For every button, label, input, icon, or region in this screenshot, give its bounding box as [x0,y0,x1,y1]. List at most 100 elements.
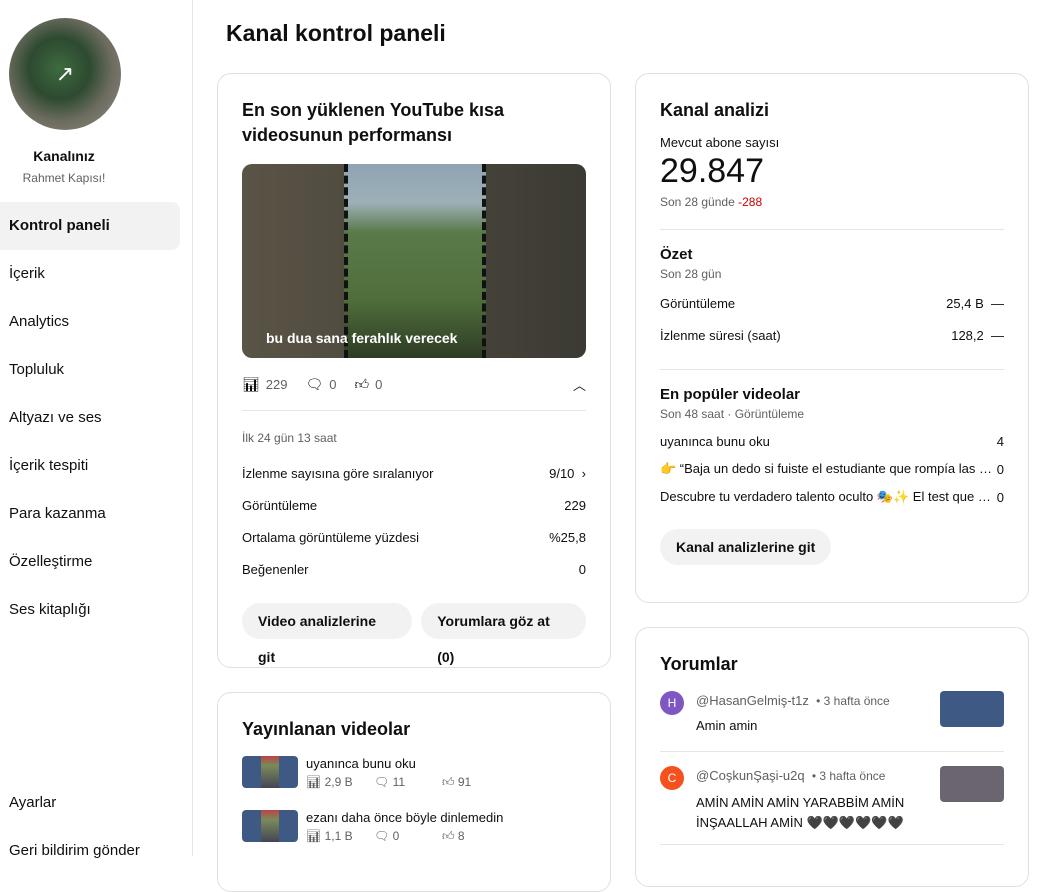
stat-row: Ortalama görüntüleme yüzdesi %25,8 [242,521,586,553]
sidebar-item-analytics[interactable]: Analytics [0,298,180,346]
sidebar-item-community[interactable]: Topluluk [0,346,180,394]
thumbs-up-icon: 👍︎ [442,775,458,789]
commenter-avatar: C [660,766,684,790]
video-title: Descubre tu verdadero talento oculto 🎭✨ … [660,489,991,504]
sidebar-item-settings[interactable]: Ayarlar [9,794,56,811]
comment-time: • 3 hafta önce [811,769,886,783]
video-title: 👉 “Baja un dedo si fuiste el estudiante … [660,461,992,476]
channel-label: Kanalınız [33,148,95,164]
subscribers-label: Mevcut abone sayısı [660,135,780,150]
sidebar-item-dashboard[interactable]: Kontrol paneli [0,202,180,250]
sidebar-item-subtitles[interactable]: Altyazı ve ses [0,394,180,442]
bar-chart-icon: 📊︎ [242,375,260,392]
comment-author[interactable]: @HasanGelmiş-t1z [696,693,809,708]
stat-row: Görüntüleme 229 [242,489,586,521]
comments-count: 0 [392,829,400,843]
video-views: 0 [996,461,1004,477]
video-item[interactable]: ezanı daha önce böyle dinlemedin 📊︎ 1,1 … [242,810,586,844]
change-label: Son 28 günde [660,195,735,209]
views-count: 1,1 B [324,829,353,843]
video-title: ezanı daha önce böyle dinlemedin [306,810,504,825]
sidebar-nav: Kontrol paneli İçerik Analytics Topluluk… [0,202,180,634]
sidebar: ↗ Kanalınız Rahmet Kapısı! Kontrol panel… [0,0,193,859]
views-count: 2,9 B [324,775,353,789]
subscribers-count: 29.847 [660,152,764,190]
video-thumbnail[interactable] [940,691,1004,727]
comment-item[interactable]: H @HasanGelmiş-t1z • 3 hafta önce Amin a… [660,691,1004,751]
comments-count: 0 [329,376,337,392]
row-value: 128,2 [951,327,984,343]
video-title: uyanınca bunu oku [660,433,770,449]
thumbnail-image [344,164,486,358]
comments-card: Yorumlar H @HasanGelmiş-t1z • 3 hafta ön… [635,627,1029,887]
video-thumbnail[interactable]: bu dua sana ferahlık verecek [242,164,586,358]
summary-row: İzlenme süresi (saat) 128,2 — [660,319,1004,351]
row-value: 25,4 B [946,295,984,311]
likes-count: 8 [457,829,465,843]
channel-avatar[interactable]: ↗ [9,18,121,130]
video-thumbnail [242,810,298,842]
summary-row: Görüntüleme 25,4 B — [660,287,1004,319]
row-value: 0 [578,561,586,577]
thumbs-up-icon: 👍︎ [442,829,458,843]
page-title: Kanal kontrol paneli [226,20,446,46]
row-value: 229 [564,497,586,513]
channel-analytics-card: Kanal analizi Mevcut abone sayısı 29.847… [635,73,1029,603]
row-label: Görüntüleme [242,497,318,513]
external-link-icon: ↗ [55,61,75,86]
comment-text: AMİN AMİN AMİN YARABBİM AMİN İNŞAALLAH A… [696,795,905,830]
sidebar-item-customization[interactable]: Özelleştirme [0,538,180,586]
row-label: İzlenme süresi (saat) [660,327,781,343]
bar-chart-icon: 📊︎ [306,829,325,843]
channel-analytics-button[interactable]: Kanal analizlerine git [660,529,832,565]
video-item[interactable]: uyanınca bunu oku 📊︎ 2,9 B 🗨︎ 11 👍︎ 91 [242,756,586,790]
channel-name: Rahmet Kapısı! [22,171,106,185]
row-value: 9/10 [549,465,575,481]
comment-item[interactable]: C @CoşkunŞaşi-u2q • 3 hafta önce AMİN AM… [660,766,1004,844]
top-videos-title: En popüler videolar [660,386,801,403]
video-title: uyanınca bunu oku [306,756,416,771]
trend-indicator: — [991,327,1004,343]
top-videos-period: Son 48 saat · Görüntüleme [660,407,805,421]
comment-time: • 3 hafta önce [816,694,890,708]
commenter-avatar: H [660,691,684,715]
stat-row: Beğenenler 0 [242,553,586,585]
views-count: 229 [265,376,288,392]
card-title: Yorumlar [660,654,738,674]
ranking-row[interactable]: İzlenme sayısına göre sıralanıyor 9/10 › [242,457,586,489]
chevron-up-icon[interactable]: ︿ [573,375,586,394]
video-views: 4 [996,433,1004,449]
top-video-row[interactable]: uyanınca bunu oku 4 [660,427,1004,455]
sidebar-item-monetization[interactable]: Para kazanma [0,490,180,538]
summary-period: Son 28 gün [660,267,722,281]
video-views: 0 [996,489,1004,505]
comment-text: Amin amin [696,718,758,733]
comments-count: 11 [392,775,406,789]
video-analytics-button[interactable]: Video analizlerine git [242,603,413,665]
comment-icon: 🗨︎ [374,829,393,843]
comment-author[interactable]: @CoşkunŞaşi-u2q [696,768,805,783]
top-video-row[interactable]: Descubre tu verdadero talento oculto 🎭✨ … [660,483,1004,511]
video-thumbnail [242,756,298,788]
card-title: Kanal analizi [660,100,770,120]
top-video-row[interactable]: 👉 “Baja un dedo si fuiste el estudiante … [660,455,1004,483]
chevron-right-icon: › [578,465,586,481]
card-title: Yayınlanan videolar [242,719,411,739]
video-thumbnail[interactable] [940,766,1004,802]
likes-count: 91 [457,775,472,789]
row-label: Beğenenler [242,561,309,577]
thumbnail-caption: bu dua sana ferahlık verecek [266,330,458,346]
bar-chart-icon: 📊︎ [306,775,325,789]
period-label: İlk 24 gün 13 saat [242,431,337,445]
published-videos-card: Yayınlanan videolar uyanınca bunu oku 📊︎… [217,692,611,892]
sidebar-item-content[interactable]: İçerik [0,250,180,298]
sidebar-item-audio-library[interactable]: Ses kitaplığı [0,586,180,634]
sidebar-item-content-detection[interactable]: İçerik tespiti [0,442,180,490]
row-value: %25,8 [549,529,586,545]
row-label: İzlenme sayısına göre sıralanıyor [242,465,434,481]
comment-icon: 🗨︎ [374,775,393,789]
view-comments-button[interactable]: Yorumlara göz at (0) [421,603,586,665]
thumbs-up-icon: 👍︎ [354,375,370,392]
video-stats: 📊︎ 229 🗨︎ 0 👍︎ 0 ︿ [242,364,586,404]
sidebar-item-feedback[interactable]: Geri bildirim gönder [9,842,140,859]
